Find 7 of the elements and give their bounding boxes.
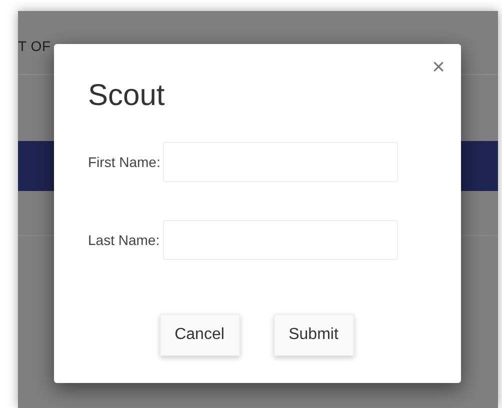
close-button[interactable]: × <box>432 56 445 78</box>
field-label: First Name: <box>88 154 160 170</box>
dialog-title: Scout <box>88 78 166 114</box>
submit-button[interactable]: Submit <box>274 314 354 356</box>
nav-link[interactable]: T OF <box>18 38 51 54</box>
field-label: Last Name: <box>88 232 160 248</box>
cancel-button[interactable]: Cancel <box>160 314 240 356</box>
